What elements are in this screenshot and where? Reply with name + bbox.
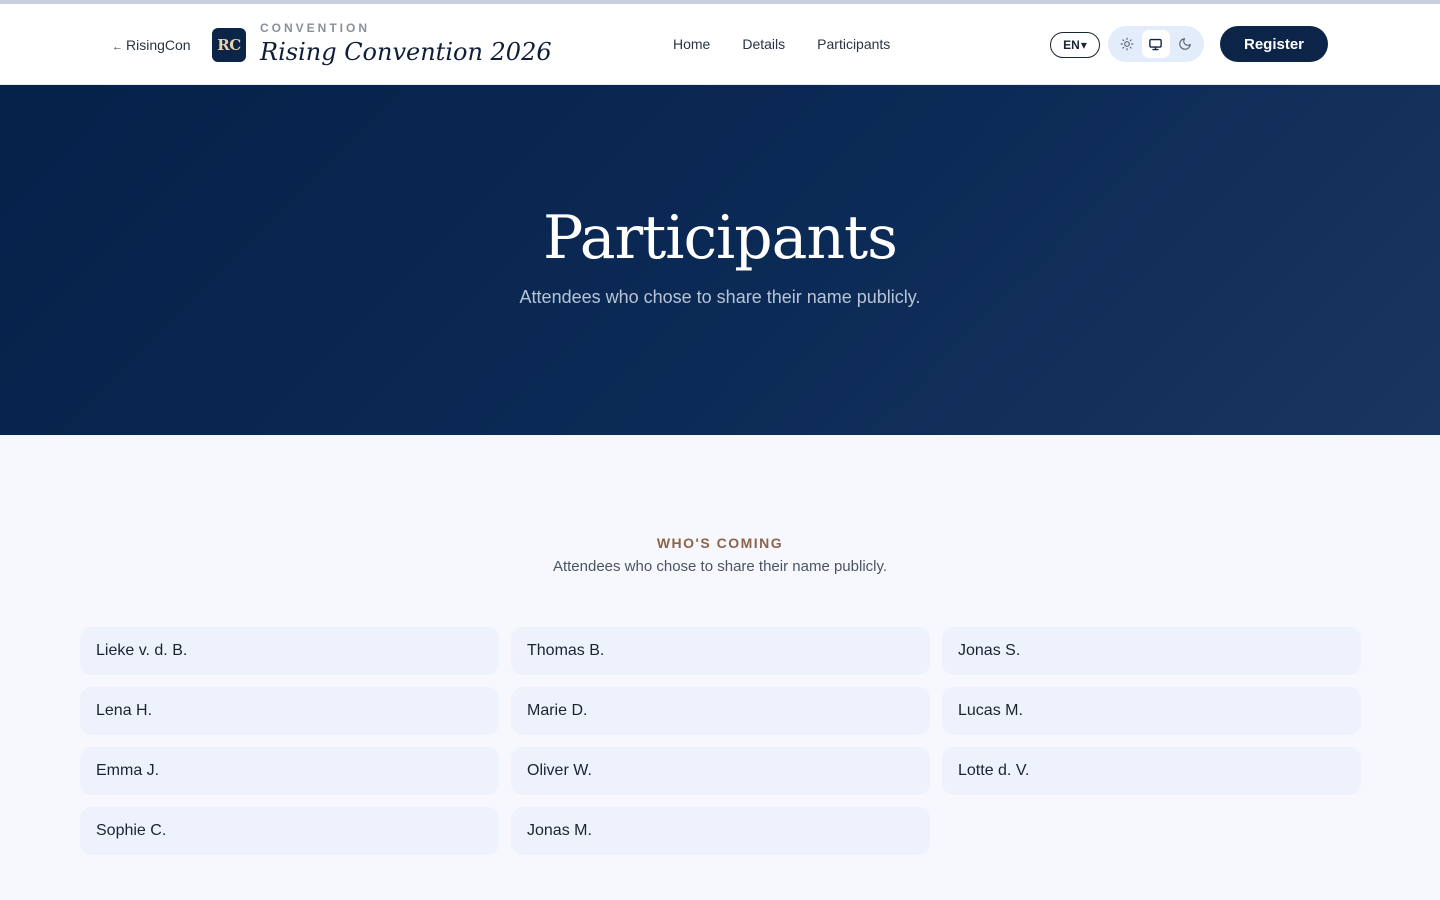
participant-card: Lieke v. d. B. xyxy=(80,627,499,675)
register-button[interactable]: Register xyxy=(1220,26,1328,62)
page-title: Participants xyxy=(543,203,898,273)
section-subtitle: Attendees who chose to share their name … xyxy=(552,558,888,575)
chevron-down-icon: ▾ xyxy=(1080,38,1087,52)
participant-card: Lena H. xyxy=(80,687,499,735)
participants-grid: Lieke v. d. B. Thomas B. Jonas S. Lena H… xyxy=(80,627,1361,855)
brand-kicker: CONVENTION xyxy=(260,21,371,35)
participant-card: Marie D. xyxy=(511,687,930,735)
moon-icon xyxy=(1179,38,1192,50)
participant-card: Jonas S. xyxy=(942,627,1361,675)
nav-home[interactable]: Home xyxy=(673,36,710,52)
nav-participants[interactable]: Participants xyxy=(817,36,890,52)
participant-card: Lucas M. xyxy=(942,687,1361,735)
back-arrow-icon: ← xyxy=(112,41,123,53)
participant-card: Thomas B. xyxy=(511,627,930,675)
monitor-icon xyxy=(1149,38,1163,50)
participant-card: Sophie C. xyxy=(80,807,499,855)
brand-title[interactable]: Rising Convention 2026 xyxy=(260,38,552,66)
nav-details[interactable]: Details xyxy=(742,36,785,52)
language-select[interactable]: EN ▾ xyxy=(1050,32,1100,58)
section-kicker: WHO'S COMING xyxy=(656,535,784,551)
theme-system-button[interactable] xyxy=(1141,30,1170,58)
theme-switcher xyxy=(1108,26,1204,62)
logo[interactable]: RC xyxy=(212,28,246,62)
main-nav: Home Details Participants xyxy=(673,36,890,52)
language-value: EN xyxy=(1063,38,1080,52)
participant-card: Jonas M. xyxy=(511,807,930,855)
site-header: ← RisingCon RC CONVENTION Rising Conventi… xyxy=(0,4,1440,85)
participant-card: Lotte d. V. xyxy=(942,747,1361,795)
theme-dark-button[interactable] xyxy=(1171,30,1199,58)
hero-banner: Participants Attendees who chose to shar… xyxy=(0,85,1440,435)
participant-card: Emma J. xyxy=(80,747,499,795)
back-link[interactable]: ← RisingCon xyxy=(112,37,191,53)
participant-card: Oliver W. xyxy=(511,747,930,795)
hero-subtitle: Attendees who chose to share their name … xyxy=(519,287,921,307)
back-link-label: RisingCon xyxy=(126,37,191,53)
theme-light-button[interactable] xyxy=(1113,30,1141,58)
sun-icon xyxy=(1120,37,1134,51)
